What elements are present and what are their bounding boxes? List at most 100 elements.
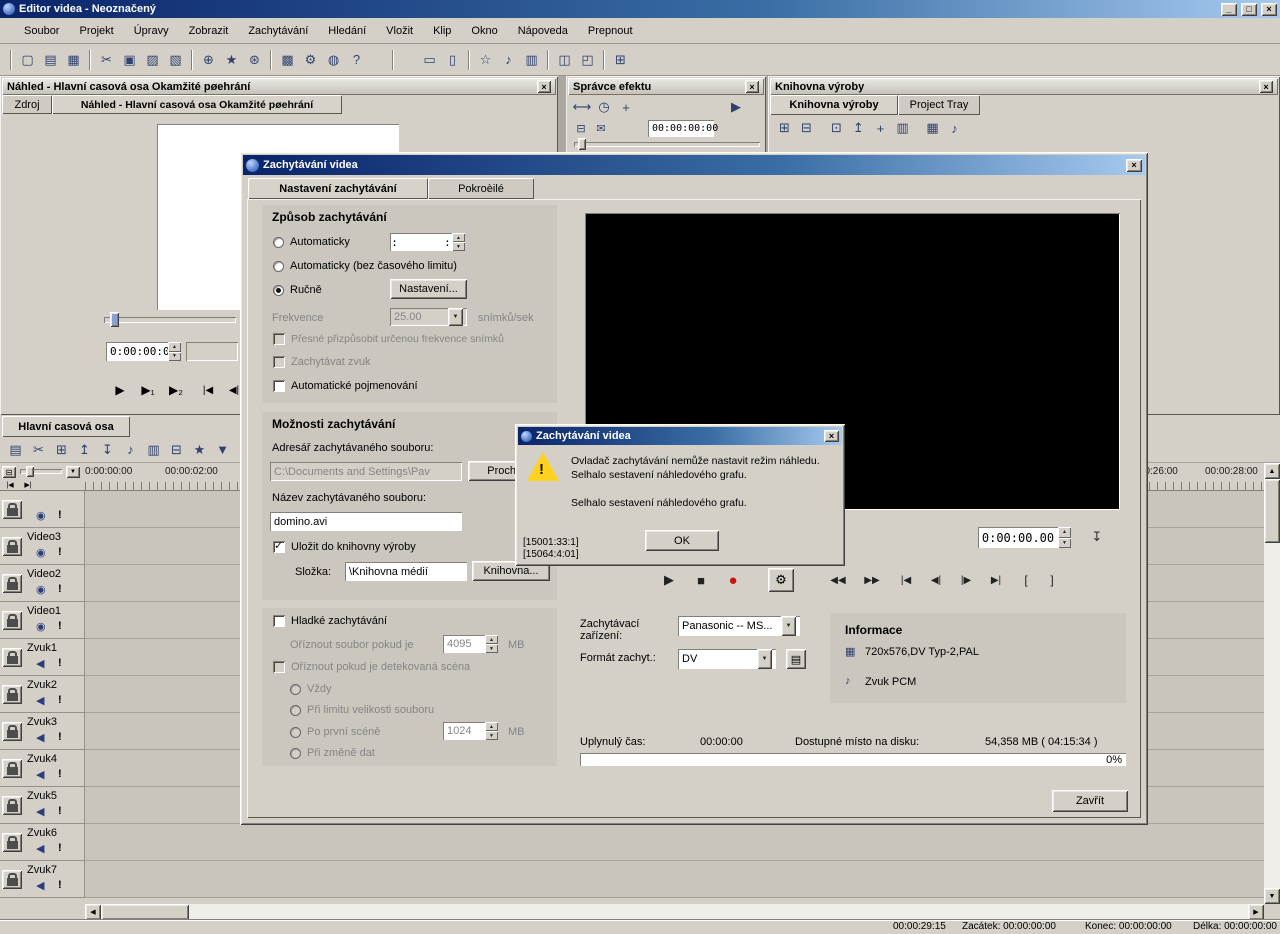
track-lock-button[interactable] <box>2 796 22 815</box>
forward-button[interactable]: ▶▶ <box>856 568 888 592</box>
radio-icon[interactable] <box>273 285 284 296</box>
track-lock-button[interactable] <box>2 722 22 741</box>
preview-scrubber-track[interactable] <box>104 317 236 323</box>
effects-timecode-field[interactable]: 00:00:00:00 <box>648 120 714 137</box>
speaker-icon[interactable]: ◀ <box>36 879 44 892</box>
go-end-button[interactable]: ▶| <box>982 568 1010 592</box>
effects-list-icon[interactable]: ⊟ <box>572 120 590 136</box>
eye-icon[interactable]: ◉ <box>36 546 46 559</box>
timeline-zoom-thumb[interactable] <box>26 466 34 477</box>
speaker-icon[interactable]: ◀ <box>36 842 44 855</box>
capture-stop-button[interactable]: ■ <box>687 568 715 592</box>
preview-scrubber-thumb[interactable] <box>110 312 119 327</box>
go-start-button[interactable]: |◀ <box>196 380 220 400</box>
move-up-icon[interactable]: ↥ <box>73 438 96 461</box>
menu-hledani[interactable]: Hledání <box>318 25 376 37</box>
tab-project-tray[interactable]: Project Tray <box>898 95 980 115</box>
cut-icon[interactable]: ✂ <box>95 48 118 71</box>
checkbox-icon[interactable] <box>273 380 285 392</box>
grid-icon[interactable]: ⊞ <box>609 48 632 71</box>
paste-icon[interactable]: ▨ <box>141 48 164 71</box>
capture-settings-button[interactable]: ⚙ <box>768 568 794 592</box>
speaker-icon[interactable]: ◀ <box>36 805 44 818</box>
paste-special-icon[interactable]: ▧ <box>164 48 187 71</box>
menu-upravy[interactable]: Úpravy <box>124 25 179 37</box>
import-icon[interactable]: ↥ <box>848 118 869 138</box>
spin-up-icon[interactable]: ▲ <box>485 635 498 644</box>
capture-timecode-stepper[interactable]: ▲▼ <box>1058 527 1071 548</box>
effects-play-icon[interactable]: ▶ <box>726 98 746 116</box>
step-back-button[interactable]: ◀| <box>922 568 950 592</box>
capture-dialog-titlebar[interactable]: Zachytávání videa × <box>243 155 1145 175</box>
spin-up-icon[interactable]: ▲ <box>485 722 498 731</box>
filename-field[interactable]: domino.avi <box>270 512 462 531</box>
eye-icon[interactable]: ◉ <box>36 583 46 596</box>
track-lock-button[interactable] <box>2 500 22 519</box>
settings-icon[interactable]: ⚙ <box>299 48 322 71</box>
track-lock-button[interactable] <box>2 574 22 593</box>
new-icon[interactable]: ▢ <box>16 48 39 71</box>
play-in-button[interactable]: ▶₁ <box>136 380 160 400</box>
scroll-up-icon[interactable]: ▲ <box>1264 463 1280 479</box>
dropdown-icon[interactable]: ▼ <box>448 308 463 326</box>
checkbox-capture-audio[interactable]: Zachytávat zvuk <box>273 356 370 368</box>
filmstrip-icon[interactable]: ▥ <box>520 48 543 71</box>
hscroll-thumb[interactable] <box>101 904 189 920</box>
tab-source[interactable]: Zdroj <box>2 95 52 114</box>
view-grid-icon[interactable]: ⊞ <box>774 118 795 138</box>
track-lock-button[interactable] <box>2 648 22 667</box>
speaker-icon[interactable]: ◀ <box>36 768 44 781</box>
help-icon[interactable]: ? <box>345 48 368 71</box>
speaker-icon[interactable]: ◀ <box>36 731 44 744</box>
close-dialog-button[interactable]: Zavřít <box>1052 790 1128 812</box>
radio-icon[interactable] <box>273 261 284 272</box>
app-titlebar[interactable]: Editor videa - Neoznačený _ □ × <box>0 0 1280 18</box>
scroll-left-icon[interactable]: ◀ <box>85 904 101 920</box>
capture-icon[interactable]: ▩ <box>276 48 299 71</box>
play-out-button[interactable]: ▶₂ <box>164 380 188 400</box>
checkbox-save-to-library[interactable]: Uložit do knihovny výroby <box>273 541 416 553</box>
tab-timeline[interactable]: Hlavní casová osa <box>2 416 130 437</box>
preview-timecode-stepper[interactable]: ▲▼ <box>168 342 181 361</box>
list-view-icon[interactable]: ⊟ <box>165 438 188 461</box>
track-lock-button[interactable] <box>2 685 22 704</box>
menu-napoveda[interactable]: Nápoveda <box>508 25 578 37</box>
radio-icon[interactable] <box>290 684 301 695</box>
scroll-right-icon[interactable]: ▶ <box>1248 904 1264 920</box>
preview-close-icon[interactable]: × <box>537 80 551 93</box>
radio-at-size-limit[interactable]: Při limitu velikosti souboru <box>290 704 434 716</box>
tab-preview[interactable]: Náhled - Hlavní casová osa Okamžité pøeh… <box>52 95 342 114</box>
timeline-go-end-button[interactable]: ▶| <box>20 479 36 490</box>
dropdown-icon[interactable]: ▼ <box>757 649 772 669</box>
effects-slider-track[interactable] <box>574 142 760 147</box>
menu-okno[interactable]: Okno <box>461 25 507 37</box>
preview-timecode-field[interactable]: 0:00:00:00 <box>106 342 168 361</box>
view-list-icon[interactable]: ⊟ <box>796 118 817 138</box>
step-forward-button[interactable]: |▶ <box>952 568 980 592</box>
checkbox-icon[interactable] <box>273 661 285 673</box>
radio-automatic-no-limit[interactable]: Automaticky (bez časového limitu) <box>273 260 457 272</box>
spin-up-icon[interactable]: ▲ <box>1058 527 1071 538</box>
after-first-field[interactable]: 1024 <box>443 722 485 740</box>
split-size-field[interactable]: 4095 <box>443 635 485 653</box>
add-folder-icon[interactable]: + <box>870 118 891 138</box>
vscroll-thumb[interactable] <box>1264 479 1280 543</box>
menu-soubor[interactable]: Soubor <box>14 25 69 37</box>
split-window-icon[interactable]: ◫ <box>553 48 576 71</box>
track-lock-button[interactable] <box>2 537 22 556</box>
menu-prepnout[interactable]: Prepnout <box>578 25 643 37</box>
web-icon[interactable]: ◍ <box>322 48 345 71</box>
clock-icon[interactable]: ◷ <box>594 98 614 116</box>
capture-record-button[interactable]: ● <box>719 568 747 592</box>
audio-view-icon[interactable]: ♪ <box>944 118 965 138</box>
timeline-hscrollbar[interactable] <box>85 904 1264 920</box>
effects-icon[interactable]: ★ <box>220 48 243 71</box>
scroll-down-icon[interactable]: ▼ <box>1264 888 1280 904</box>
split-size-stepper[interactable]: ▲▼ <box>485 635 498 653</box>
ok-button[interactable]: OK <box>645 530 719 551</box>
dropdown-icon[interactable]: ▼ <box>781 616 796 636</box>
menu-zachytavani[interactable]: Zachytávání <box>238 25 318 37</box>
spin-down-icon[interactable]: ▼ <box>168 352 181 362</box>
track-lock-button[interactable] <box>2 611 22 630</box>
timeline-go-start-button[interactable]: |◀ <box>2 479 18 490</box>
